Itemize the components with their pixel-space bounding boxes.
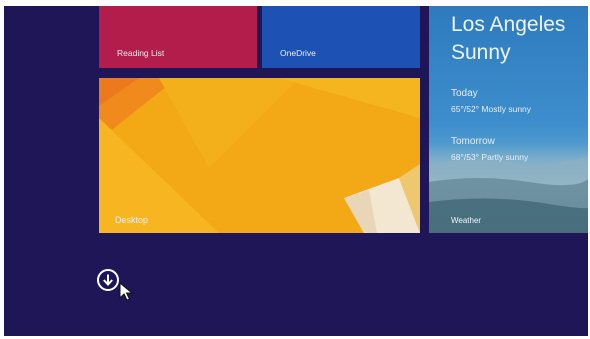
tile-weather-label: Weather (451, 216, 482, 225)
tile-onedrive[interactable]: OneDrive (262, 6, 420, 68)
weather-condition: Sunny (451, 41, 511, 64)
weather-tomorrow-forecast: 68°/53° Partly sunny (451, 152, 529, 162)
tile-weather[interactable]: Los Angeles Sunny Today 65°/52° Mostly s… (429, 6, 588, 233)
tile-reading-list-label: Reading List (117, 48, 165, 58)
down-arrow-circle-icon (97, 269, 119, 291)
start-screen: Reading List OneDrive Desktop Los Angele… (4, 6, 588, 336)
desktop-wallpaper-graphic (99, 78, 420, 233)
tile-desktop-label: Desktop (115, 215, 149, 225)
weather-tomorrow-label: Tomorrow (451, 136, 495, 147)
tile-reading-list[interactable]: Reading List (99, 6, 257, 68)
weather-today-label: Today (451, 88, 478, 99)
weather-today-forecast: 65°/52° Mostly sunny (451, 104, 532, 114)
all-apps-button[interactable] (96, 268, 120, 292)
tile-onedrive-label: OneDrive (280, 48, 316, 58)
tile-desktop[interactable]: Desktop (99, 78, 420, 233)
weather-city: Los Angeles (451, 13, 566, 36)
mouse-cursor-icon (119, 282, 133, 301)
